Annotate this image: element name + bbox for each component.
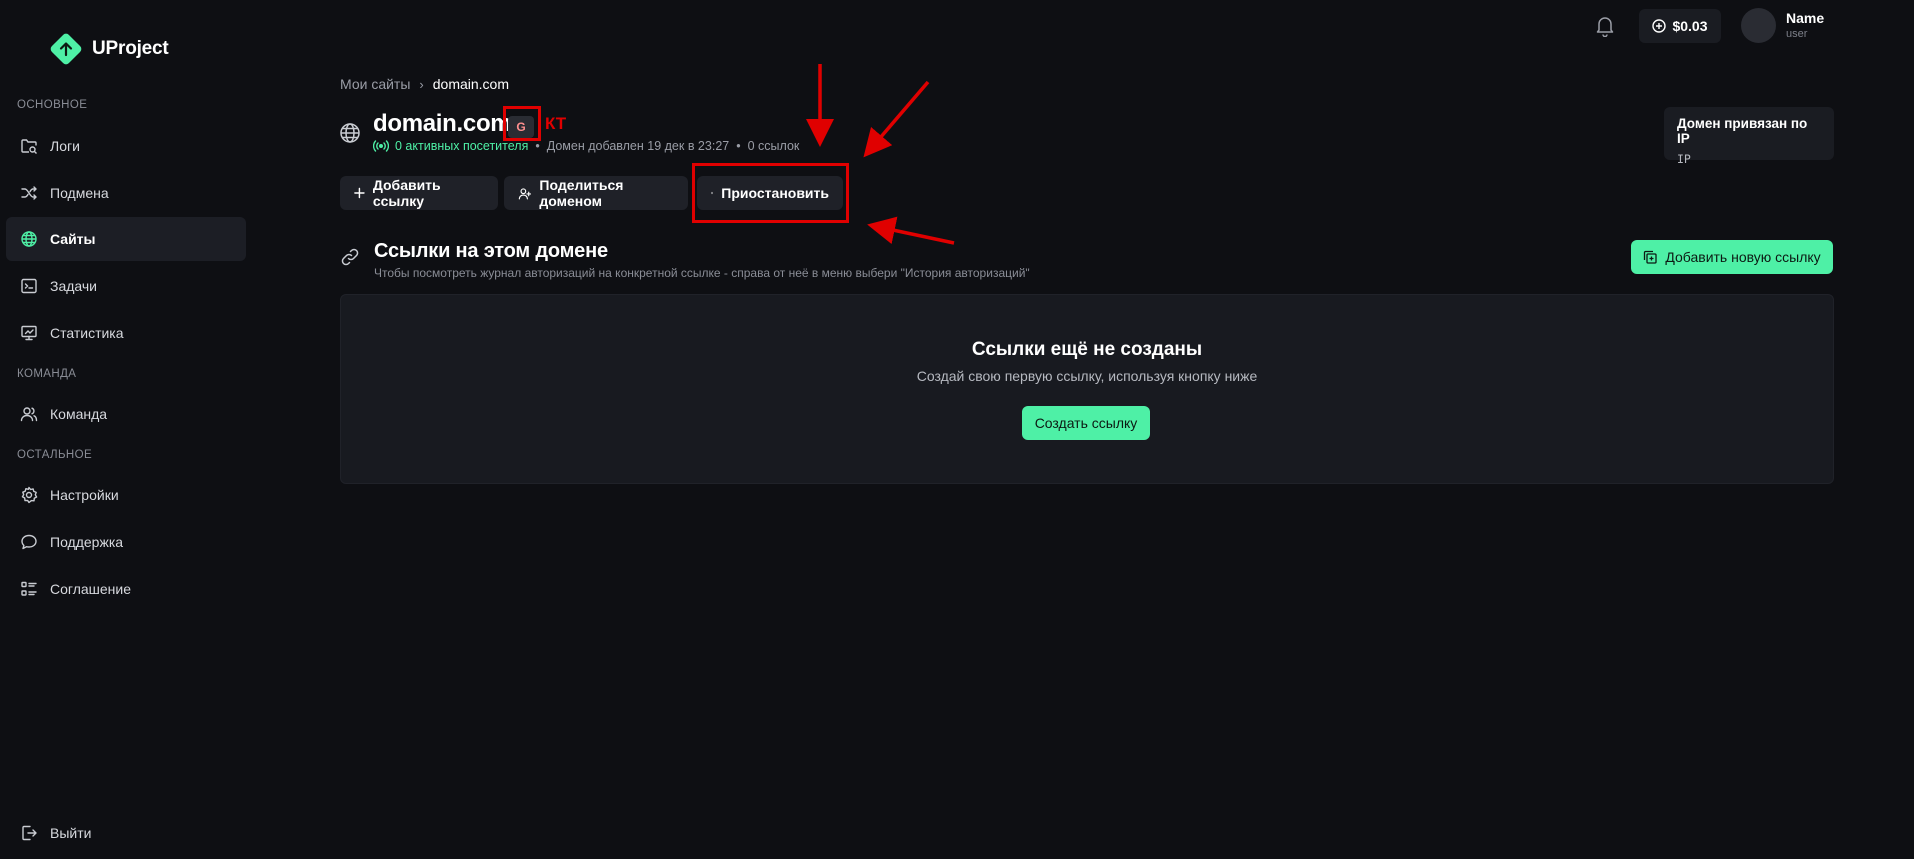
folder-search-icon [21, 139, 37, 154]
breadcrumb-my-sites[interactable]: Мои сайты [340, 76, 410, 92]
terminal-icon [21, 278, 37, 294]
annotation-arrow-diagonal [863, 80, 930, 158]
logo[interactable]: UProject [48, 31, 169, 67]
sidebar-item-team[interactable]: Команда [6, 392, 246, 436]
sidebar-item-label: Поддержка [50, 534, 124, 550]
avatar[interactable] [1741, 8, 1776, 43]
sidebar-item-statistics[interactable]: Статистика [6, 311, 246, 355]
breadcrumb-separator: › [419, 76, 424, 92]
active-visitors-text: 0 активных посетителя [395, 139, 529, 153]
plus-icon [354, 187, 365, 199]
sidebar-item-tasks[interactable]: Задачи [6, 264, 246, 308]
active-visitors: 0 активных посетителя [373, 139, 528, 153]
user-name[interactable]: Name [1786, 10, 1824, 26]
balance-button[interactable]: $0.03 [1639, 9, 1721, 43]
empty-state-card: Ссылки ещё не созданы Создай свою первую… [340, 294, 1834, 484]
sidebar-item-label: Настройки [50, 487, 119, 503]
breadcrumb: Мои сайты › domain.com [340, 76, 509, 92]
sidebar-item-sites[interactable]: Сайты [6, 217, 246, 261]
gear-icon [21, 486, 38, 504]
logo-arrow-icon [48, 31, 84, 67]
sidebar-item-agreement[interactable]: Соглашение [6, 567, 246, 611]
section-label-team: Команда [17, 368, 77, 380]
empty-state-title: Ссылки ещё не созданы [971, 339, 1203, 360]
link-icon [340, 247, 360, 272]
add-link-button[interactable]: Добавить ссылку [340, 176, 498, 210]
plus-circle-icon [1652, 19, 1667, 33]
sidebar: UProject Основное Логи Подмена Сайты Зад… [0, 0, 253, 859]
sidebar-item-label: Команда [50, 406, 108, 422]
ip-binding-value: IP [1677, 152, 1691, 166]
sidebar-item-settings[interactable]: Настройки [6, 473, 246, 517]
sidebar-item-support[interactable]: Поддержка [6, 520, 246, 564]
annotation-label: КТ [545, 114, 567, 133]
domain-added-date: Домен добавлен 19 дек в 23:27 [546, 139, 730, 153]
section-label-other: Остальное [17, 449, 93, 461]
broadcast-icon [373, 140, 389, 152]
logout-label: Выйти [50, 825, 92, 841]
notifications-bell-icon[interactable] [1595, 15, 1615, 42]
sidebar-item-label: Соглашение [50, 581, 132, 597]
section-label-main: Основное [17, 99, 88, 111]
sidebar-item-label: Статистика [50, 325, 124, 341]
sidebar-item-label: Логи [50, 138, 80, 154]
sidebar-item-logs[interactable]: Логи [6, 124, 246, 168]
ip-binding-title: Домен привязан по IP [1677, 116, 1808, 146]
user-role: user [1786, 28, 1808, 40]
monitor-chart-icon [21, 325, 37, 341]
logout-icon [22, 825, 37, 841]
links-count: 0 ссылок [747, 139, 800, 153]
sidebar-item-label: Сайты [50, 231, 96, 247]
share-domain-label: Поделиться доменом [539, 177, 624, 209]
annotation-box-badge [503, 106, 541, 141]
annotation-box-pause [692, 163, 849, 223]
breadcrumb-current: domain.com [432, 76, 510, 92]
balance-value: $0.03 [1672, 18, 1708, 34]
list-icon [21, 581, 37, 596]
users-icon [20, 407, 38, 422]
add-new-link-button[interactable]: Добавить новую ссылку [1631, 240, 1833, 274]
app-name: UProject [92, 38, 169, 59]
links-section-subtitle: Чтобы посмотреть журнал авторизаций на к… [374, 266, 1030, 280]
globe-icon [21, 231, 37, 247]
chat-bubble-icon [21, 534, 37, 550]
globe-icon [339, 122, 361, 149]
sidebar-item-label: Подмена [50, 185, 109, 201]
meta-separator: • [535, 139, 540, 153]
share-domain-button[interactable]: Поделиться доменом [504, 176, 688, 210]
shuffle-icon [21, 186, 37, 200]
create-link-button[interactable]: Создать ссылку [1022, 406, 1150, 440]
links-section-title: Ссылки на этом домене [374, 240, 608, 262]
domain-meta: 0 активных посетителя • Домен добавлен 1… [373, 139, 799, 153]
meta-separator: • [736, 139, 741, 153]
add-link-label: Добавить ссылку [372, 177, 441, 209]
logout-button[interactable]: Выйти [6, 811, 246, 855]
page-title: domain.com [373, 110, 512, 137]
sidebar-item-label: Задачи [50, 278, 98, 294]
ip-binding-card: Домен привязан по IP IP [1664, 107, 1834, 166]
annotation-arrow-left [867, 216, 955, 245]
user-plus-icon [518, 187, 532, 199]
copy-plus-icon [1644, 250, 1657, 264]
empty-state-subtitle: Создай свою первую ссылку, используя кно… [916, 368, 1258, 384]
sidebar-item-substitution[interactable]: Подмена [6, 171, 246, 215]
add-new-link-label: Добавить новую ссылку [1665, 249, 1821, 265]
